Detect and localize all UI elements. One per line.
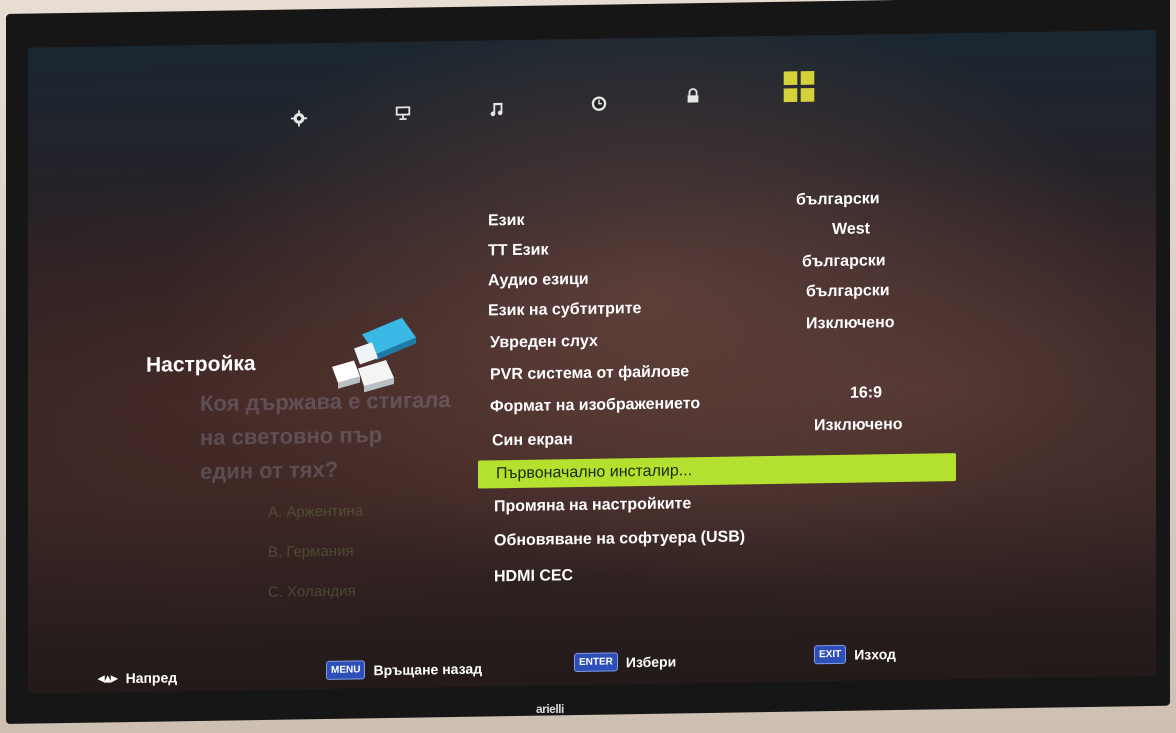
menu-value-subtitle-language: български (806, 282, 890, 301)
menu-item-tt-language[interactable]: ТТ Език (488, 241, 548, 260)
exit-key-badge: EXIT (814, 644, 847, 665)
hint-exit[interactable]: EXIT Изход (814, 644, 896, 665)
hint-navigate[interactable]: ◂▴▸ Напред (98, 669, 177, 686)
menu-item-subtitle-language[interactable]: Език на субтитрите (488, 300, 641, 320)
settings-menu: Език български ТТ Език West Аудио езици … (28, 30, 1156, 694)
menu-item-audio-languages[interactable]: Аудио езици (488, 271, 589, 291)
menu-value-blue-screen: Изключено (814, 415, 903, 435)
hint-exit-label: Изход (854, 645, 896, 663)
menu-item-picture-format[interactable]: Формат на изображението (490, 395, 700, 416)
menu-item-hearing-impaired[interactable]: Увреден слух (490, 333, 598, 353)
menu-key-badge: MENU (326, 660, 366, 680)
menu-item-change-settings[interactable]: Промяна на настройките (494, 495, 691, 516)
menu-item-first-time-installation[interactable]: Първоначално инсталир... (478, 453, 956, 489)
menu-item-blue-screen[interactable]: Син екран (492, 431, 573, 450)
brand-logo: arielli (536, 702, 564, 716)
hint-select-label: Избери (625, 652, 677, 670)
menu-item-language[interactable]: Език (488, 212, 524, 231)
hint-back[interactable]: MENU Връщане назад (326, 659, 482, 680)
tv-bezel: Коя държава е стигала на световно пър ед… (6, 0, 1170, 725)
menu-value-picture-format: 16:9 (850, 384, 883, 402)
navigation-arrows-icon: ◂▴▸ (98, 670, 118, 686)
menu-item-hdmi-cec[interactable]: HDMI CEC (494, 567, 573, 586)
menu-item-software-update-usb[interactable]: Обновяване на софтуера (USB) (494, 528, 745, 550)
menu-value-hearing-impaired: Изключено (806, 314, 895, 333)
hint-navigate-label: Напред (125, 669, 178, 687)
tv-screen: Коя държава е стигала на световно пър ед… (28, 29, 1156, 694)
menu-value-tt-language: West (832, 220, 870, 239)
menu-item-pvr-file-system[interactable]: PVR система от файлове (490, 363, 689, 384)
menu-value-language: български (796, 190, 880, 209)
menu-value-audio-languages: български (802, 252, 886, 271)
hint-back-label: Връщане назад (373, 660, 483, 678)
hint-select[interactable]: ENTER Избери (574, 651, 677, 673)
enter-key-badge: ENTER (574, 652, 618, 673)
